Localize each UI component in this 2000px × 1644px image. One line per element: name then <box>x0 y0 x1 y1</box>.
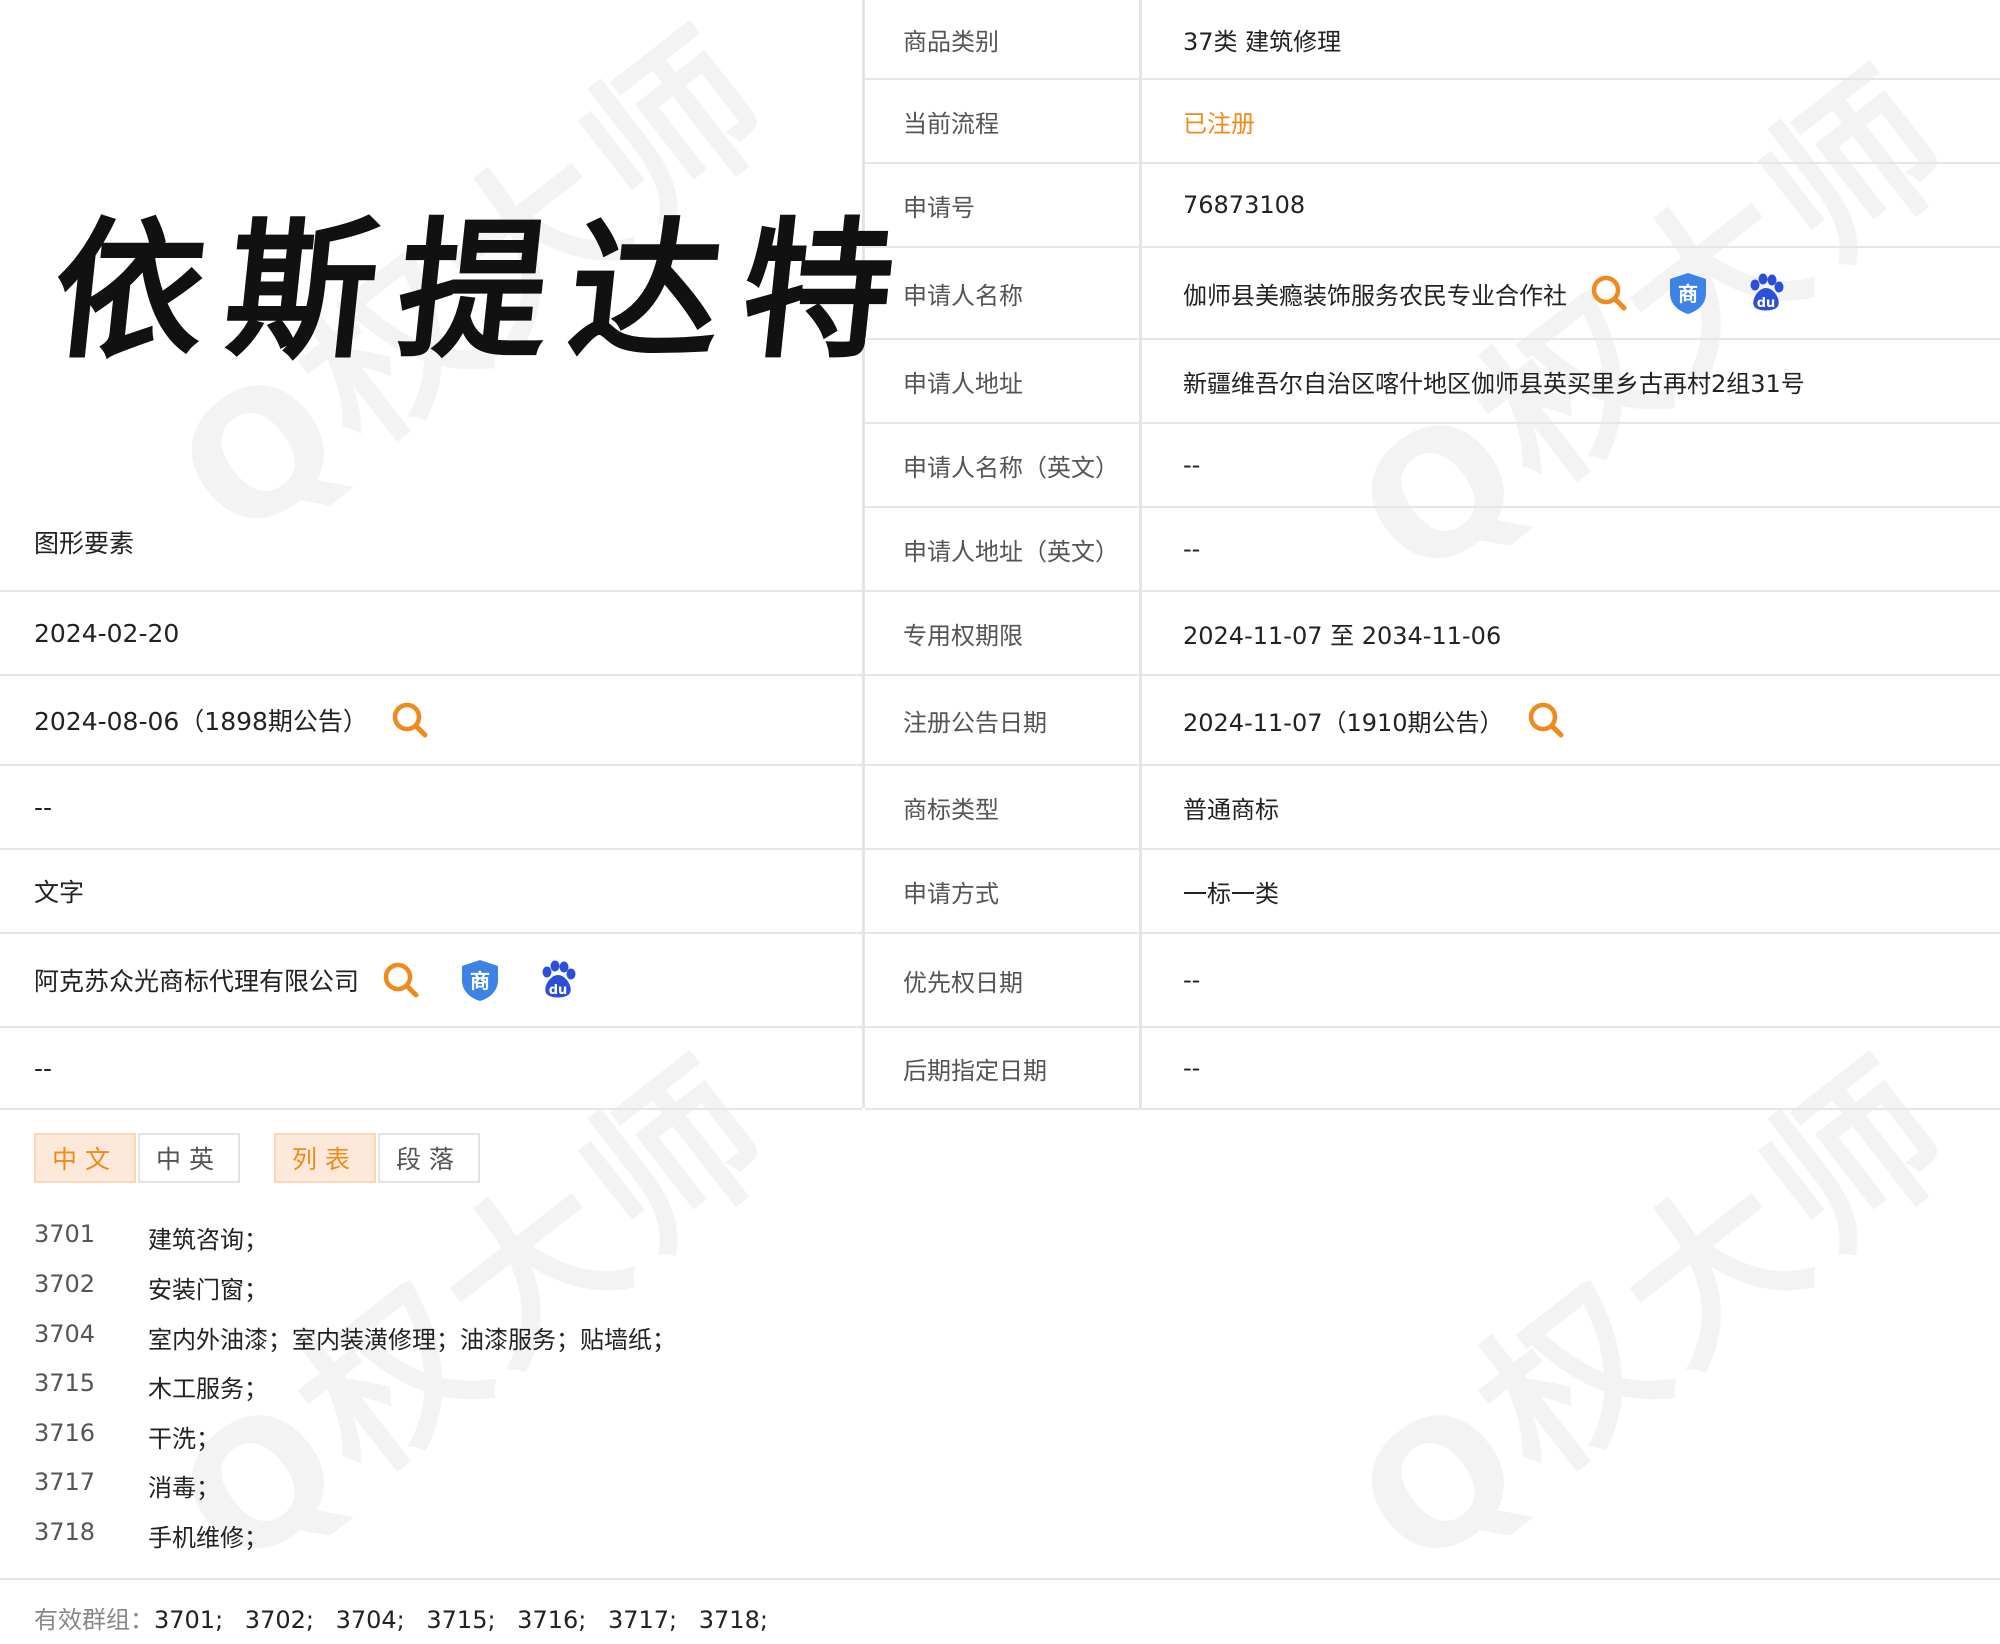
application-method-value: 一标一类 <box>1183 879 1279 908</box>
applicant-address-en-value: -- <box>1183 535 1201 563</box>
priority-date-label: 优先权日期 <box>903 968 1023 997</box>
tab-paragraph[interactable]: 段落 <box>378 1133 480 1183</box>
applicant-name-value: 伽师县美瘾装饰服务农民专业合作社 <box>1183 281 1567 310</box>
application-number-label: 申请号 <box>903 193 975 222</box>
goods-class-value: 37类 建筑修理 <box>1183 27 1342 56</box>
svg-text:du: du <box>1757 296 1776 311</box>
list-item: 3717 消毒； <box>34 1468 220 1503</box>
tab-chinese-english[interactable]: 中英 <box>138 1133 240 1183</box>
applicant-name-label: 申请人名称 <box>903 281 1023 310</box>
exclusive-period-label: 专用权期限 <box>903 621 1023 650</box>
applicant-name-en-row: 申请人名称（英文） -- <box>865 424 2000 508</box>
tab-chinese[interactable]: 中文 <box>34 1133 136 1183</box>
registration-announcement-row: 注册公告日期 2024-11-07（1910期公告） <box>865 676 2000 766</box>
item-description: 建筑咨询； <box>148 1226 268 1254</box>
preliminary-announcement-row: 2024-08-06（1898期公告） <box>0 676 862 766</box>
application-date-value: 2024-02-20 <box>34 618 180 648</box>
application-number-row: 申请号 76873108 <box>865 164 2000 248</box>
baidu-icon[interactable]: du <box>1745 272 1787 314</box>
item-description: 安装门窗； <box>148 1276 268 1304</box>
list-item: 3704 室内外油漆；室内装潢修理；油漆服务；贴墙纸； <box>34 1320 676 1355</box>
applicant-name-en-value: -- <box>1183 451 1201 479</box>
svg-text:商: 商 <box>470 969 490 993</box>
trademark-type-label: 商标类型 <box>903 795 999 824</box>
item-code: 3704 <box>34 1320 96 1348</box>
goods-class-row: 商品类别 37类 建筑修理 <box>865 0 2000 80</box>
left-row-4-value: 文字 <box>34 878 85 907</box>
list-item: 3702 安装门窗； <box>34 1270 268 1305</box>
list-item: 3701 建筑咨询； <box>34 1220 268 1255</box>
goods-class-label: 商品类别 <box>903 27 999 56</box>
item-code: 3715 <box>34 1369 96 1397</box>
search-icon[interactable] <box>1589 273 1629 313</box>
trademark-type-row: 商标类型 普通商标 <box>865 766 2000 850</box>
baidu-icon[interactable]: du <box>537 959 579 1001</box>
registration-announcement-value: 2024-11-07（1910期公告） <box>1183 708 1504 737</box>
item-description: 消毒； <box>148 1474 220 1502</box>
current-process-row: 当前流程 已注册 <box>865 80 2000 164</box>
registration-announcement-label: 注册公告日期 <box>903 708 1047 737</box>
item-description: 干洗； <box>148 1425 220 1453</box>
item-code: 3717 <box>34 1468 96 1496</box>
agent-name: 阿克苏众光商标代理有限公司 <box>34 967 360 996</box>
item-description: 木工服务； <box>148 1375 268 1403</box>
application-date-row: 2024-02-20 <box>0 592 862 676</box>
agent-row: 阿克苏众光商标代理有限公司 商 du <box>0 934 862 1028</box>
item-code: 3716 <box>34 1419 96 1447</box>
application-number-value: 76873108 <box>1183 191 1306 219</box>
item-description: 手机维修； <box>148 1524 268 1552</box>
valid-groups-codes: 3701; 3702; 3704; 3715; 3716; 3717; 3718… <box>154 1606 768 1634</box>
item-code: 3718 <box>34 1518 96 1546</box>
valid-groups-label: 有效群组： <box>34 1606 154 1634</box>
svg-text:商: 商 <box>1678 282 1698 306</box>
applicant-name-en-label: 申请人名称（英文） <box>903 453 1119 482</box>
trademark-office-icon[interactable]: 商 <box>459 958 501 1002</box>
item-code: 3701 <box>34 1220 96 1248</box>
applicant-address-row: 申请人地址 新疆维吾尔自治区喀什地区伽师县英买里乡古再村2组31号 <box>865 340 2000 424</box>
search-icon[interactable] <box>1526 700 1566 740</box>
application-method-row: 申请方式 一标一类 <box>865 850 2000 934</box>
applicant-address-en-row: 申请人地址（英文） -- <box>865 508 2000 592</box>
figure-element-label: 图形要素 <box>34 529 135 558</box>
later-designation-label: 后期指定日期 <box>903 1056 1047 1085</box>
trademark-office-icon[interactable]: 商 <box>1667 271 1709 315</box>
list-item: 3716 干洗； <box>34 1419 220 1454</box>
application-method-label: 申请方式 <box>903 879 999 908</box>
priority-date-value: -- <box>1183 966 1201 994</box>
tab-list[interactable]: 列表 <box>274 1133 376 1183</box>
trademark-type-value: 普通商标 <box>1183 795 1279 824</box>
search-icon[interactable] <box>390 700 430 740</box>
left-row-6-value: -- <box>34 1053 53 1083</box>
left-row-3-value: -- <box>34 792 53 822</box>
later-designation-row: 后期指定日期 -- <box>865 1028 2000 1110</box>
svg-text:du: du <box>549 983 568 998</box>
divider <box>0 1578 2000 1580</box>
left-row-4: 文字 <box>0 850 862 934</box>
later-designation-value: -- <box>1183 1054 1201 1082</box>
current-process-label: 当前流程 <box>903 109 999 138</box>
valid-groups: 有效群组：3701; 3702; 3704; 3715; 3716; 3717;… <box>34 1600 768 1635</box>
current-process-status: 已注册 <box>1183 109 1255 138</box>
search-icon[interactable] <box>381 960 421 1000</box>
applicant-name-row: 申请人名称 伽师县美瘾装饰服务农民专业合作社 商 du <box>865 248 2000 340</box>
applicant-address-en-label: 申请人地址（英文） <box>903 537 1119 566</box>
exclusive-period-row: 专用权期限 2024-11-07 至 2034-11-06 <box>865 592 2000 676</box>
left-row-3: -- <box>0 766 862 850</box>
preliminary-announcement-value: 2024-08-06（1898期公告） <box>34 707 368 736</box>
applicant-address-label: 申请人地址 <box>903 369 1023 398</box>
applicant-address-value: 新疆维吾尔自治区喀什地区伽师县英买里乡古再村2组31号 <box>1183 369 1805 398</box>
list-item: 3715 木工服务； <box>34 1369 268 1404</box>
list-item: 3718 手机维修； <box>34 1518 268 1553</box>
item-description: 室内外油漆；室内装潢修理；油漆服务；贴墙纸； <box>148 1326 676 1354</box>
exclusive-period-value: 2024-11-07 至 2034-11-06 <box>1183 621 1502 650</box>
figure-element-row: 图形要素 <box>0 0 862 592</box>
item-code: 3702 <box>34 1270 96 1298</box>
priority-date-row: 优先权日期 -- <box>865 934 2000 1028</box>
left-row-6: -- <box>0 1028 862 1110</box>
